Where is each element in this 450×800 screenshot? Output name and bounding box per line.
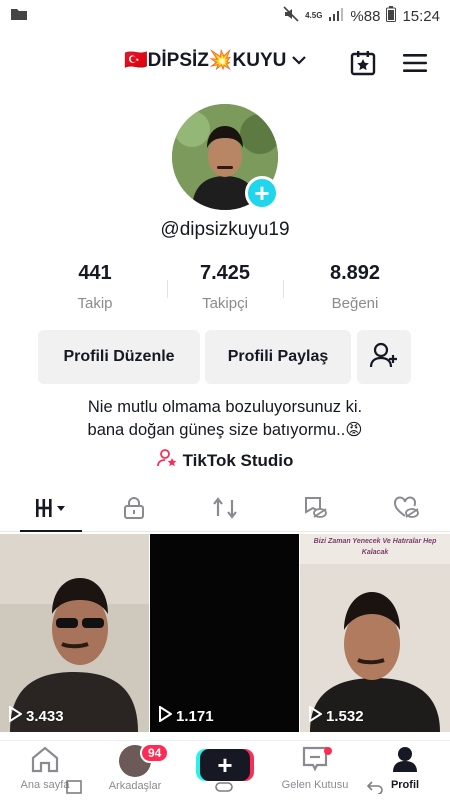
profile-handle: @dipsizkuyu19 [160, 219, 290, 240]
bio-line: bana doğan güneş size batıyormu..😡 [87, 421, 363, 439]
view-count: 3.433 [8, 705, 64, 726]
stat-likes[interactable]: 8.892 Beğeni [300, 262, 410, 312]
calendar-star-icon[interactable] [348, 48, 378, 78]
add-user-icon [369, 341, 399, 374]
recent-apps-icon[interactable] [66, 779, 83, 799]
add-friends-button[interactable] [357, 330, 411, 384]
view-count-value: 1.532 [326, 707, 364, 725]
bookmark-hidden-icon [302, 496, 328, 525]
play-icon [308, 705, 323, 726]
tiktok-studio-link[interactable]: TikTok Studio [0, 448, 450, 473]
grid-icon [34, 497, 68, 524]
stat-value: 8.892 [329, 262, 381, 284]
view-count: 1.532 [308, 705, 364, 726]
tab-reposts[interactable] [205, 496, 245, 524]
lock-icon [123, 496, 145, 525]
repost-icon [212, 496, 238, 525]
stat-following[interactable]: 441 Takip [40, 262, 150, 312]
home-icon [30, 745, 60, 776]
view-count-value: 3.433 [26, 707, 64, 725]
inbox-notification-dot [324, 747, 332, 755]
heart-hidden-icon [393, 495, 419, 525]
network-type: 4.5G [305, 11, 323, 20]
studio-user-icon [156, 448, 177, 473]
folder-icon [10, 7, 28, 25]
profile-stats: 441 Takip 7.425 Takipçi 8.892 Beğeni [40, 262, 410, 312]
video-thumbnail[interactable]: 1.171 [150, 534, 299, 732]
video-thumbnail[interactable]: 3.433 [0, 534, 149, 732]
signal-icon [328, 7, 344, 25]
profile-bio: Nie mutlu olmama bozuluyorsunuz ki. bana… [0, 396, 450, 442]
bio-line: Nie mutlu olmama bozuluyorsunuz ki. [87, 398, 363, 416]
view-count-value: 1.171 [176, 707, 214, 725]
play-icon [8, 705, 23, 726]
stat-value: 441 [78, 262, 112, 284]
video-thumbnail[interactable]: Bizi Zaman Yenecek Ve Hatıralar Hep Kala… [300, 534, 450, 732]
stat-label: Beğeni [331, 295, 379, 312]
tab-private[interactable] [114, 496, 154, 524]
add-avatar-button[interactable]: + [245, 176, 279, 210]
video-caption: Bizi Zaman Yenecek Ve Hatıralar Hep Kala… [313, 538, 437, 556]
stat-value: 7.425 [199, 262, 251, 284]
stat-divider [167, 280, 168, 298]
battery-icon [386, 6, 397, 26]
studio-label: TikTok Studio [182, 450, 294, 470]
battery-percent: %88 [350, 7, 381, 25]
stat-label: Takip [77, 295, 113, 312]
nav-create[interactable]: + [180, 749, 270, 781]
stat-followers[interactable]: 7.425 Takipçi [170, 262, 280, 312]
stat-label: Takipçi [202, 295, 248, 312]
back-icon[interactable] [366, 780, 384, 799]
hamburger-menu-icon[interactable] [400, 48, 430, 78]
account-switcher[interactable]: 🇹🇷DİPSİZ💥KUYU [124, 48, 307, 72]
view-count: 1.171 [158, 705, 214, 726]
system-navigation-bar [0, 778, 450, 800]
mute-icon [283, 6, 299, 26]
profile-icon [390, 745, 420, 776]
tab-videos[interactable] [28, 496, 74, 524]
play-icon [158, 705, 173, 726]
active-tab-indicator [20, 530, 82, 532]
friends-badge: 94 [140, 743, 170, 763]
edit-profile-button[interactable]: Profili Düzenle [38, 330, 200, 384]
profile-username: 🇹🇷DİPSİZ💥KUYU [124, 50, 287, 71]
stat-divider [283, 280, 284, 298]
status-bar: 4.5G %88 15:24 [0, 0, 450, 32]
share-profile-button[interactable]: Profili Paylaş [205, 330, 351, 384]
profile-tabs [0, 488, 450, 532]
tab-favorites[interactable] [295, 496, 335, 524]
profile-header: 🇹🇷DİPSİZ💥KUYU [0, 40, 450, 84]
chevron-down-icon [292, 49, 307, 71]
clock: 15:24 [402, 7, 440, 25]
home-button-icon[interactable] [215, 780, 233, 799]
tab-liked[interactable] [386, 495, 426, 525]
create-button: + [200, 749, 250, 781]
